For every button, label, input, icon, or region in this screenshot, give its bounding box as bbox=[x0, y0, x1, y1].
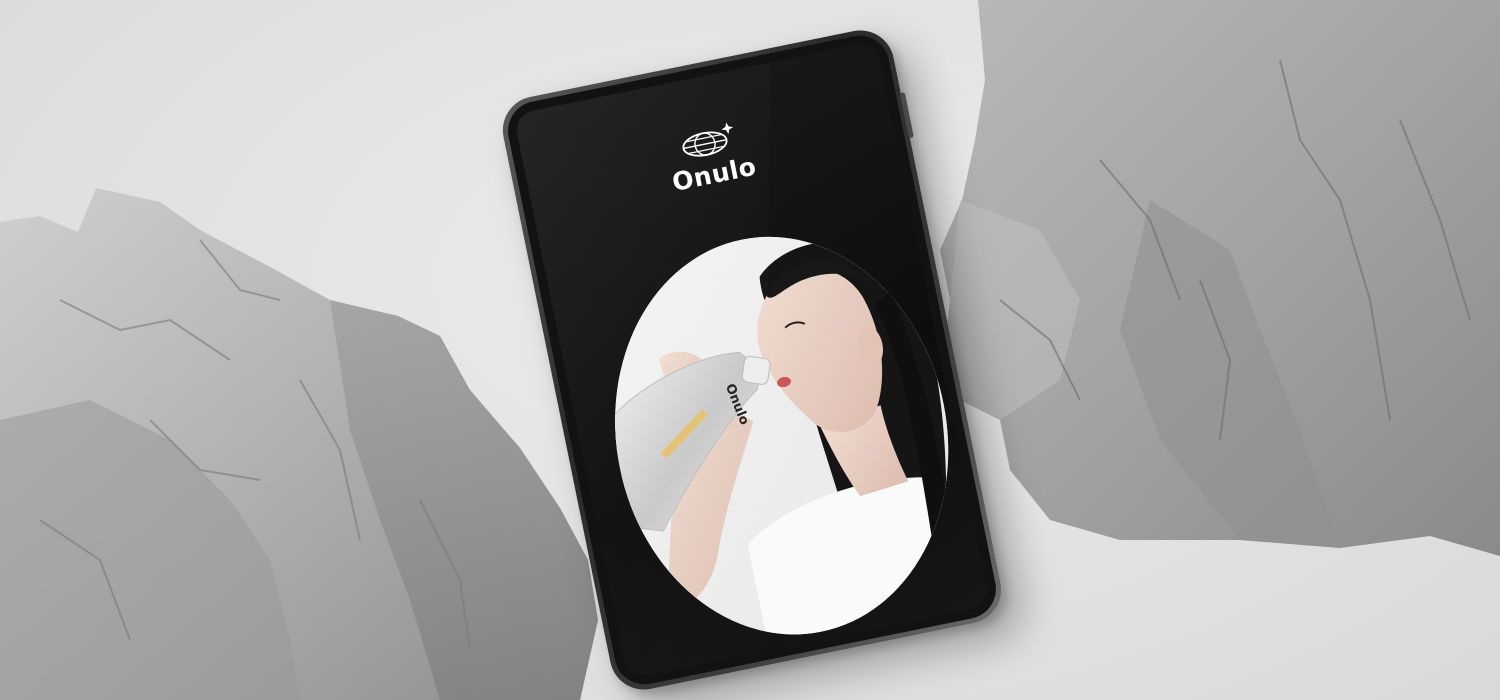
pouch-label: Onulo bbox=[722, 382, 752, 428]
photo-woman-drinking: Onulo bbox=[580, 206, 984, 665]
product-photo: Onulo bbox=[580, 206, 984, 665]
brand-name: Onulo bbox=[669, 151, 759, 197]
globe-with-sparkle-icon bbox=[682, 122, 734, 157]
brand-logo: Onulo bbox=[523, 88, 899, 225]
scene-background: Onulo Onulo bbox=[0, 0, 1500, 700]
